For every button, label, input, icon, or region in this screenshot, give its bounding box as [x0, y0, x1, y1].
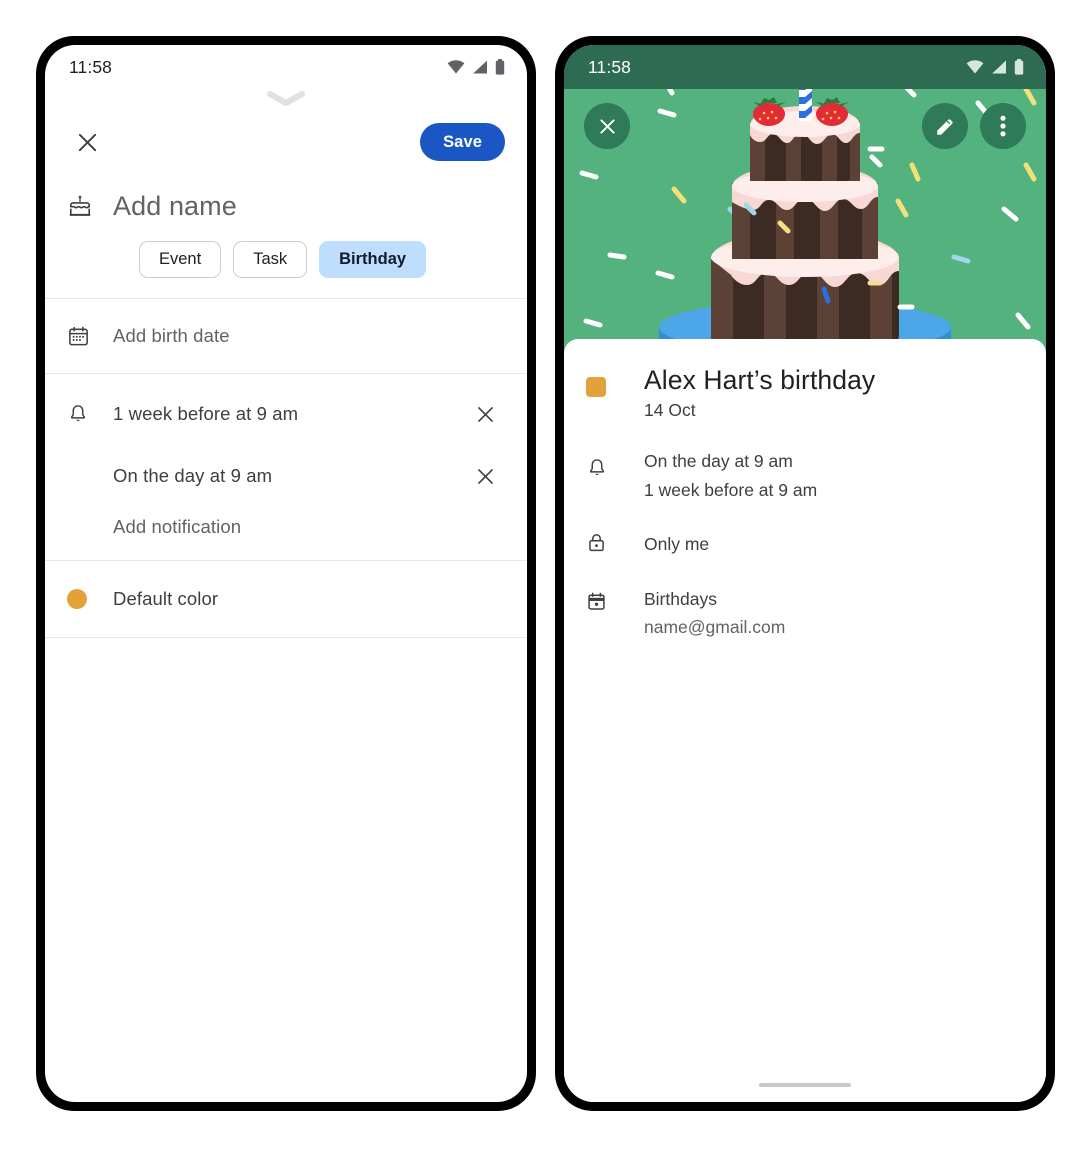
status-bar-right: 11:58 [564, 45, 1046, 89]
close-icon [477, 406, 493, 422]
status-clock: 11:58 [69, 56, 112, 77]
edit-pencil-icon [937, 119, 953, 135]
chevron-down-icon [267, 91, 305, 106]
detail-notifications-row: On the day at 9 am 1 week before at 9 am [564, 447, 1046, 504]
notification-row-1[interactable]: 1 week before at 9 am [45, 380, 527, 448]
cell-signal-icon [991, 60, 1007, 74]
name-input-row[interactable]: Add name [45, 171, 527, 233]
notification-row-2[interactable]: On the day at 9 am [45, 448, 527, 504]
notification-label: On the day at 9 am [113, 465, 273, 486]
close-icon [78, 133, 96, 151]
save-button[interactable]: Save [420, 123, 505, 161]
hero-action-bar [564, 103, 1046, 149]
divider [45, 637, 527, 638]
color-label: Default color [113, 588, 219, 609]
battery-icon [495, 59, 505, 75]
home-indicator [759, 1083, 851, 1087]
bottom-sheet-drag-handle [45, 91, 527, 107]
hero-right-actions [922, 103, 1026, 149]
screen-left: 11:58 Save Add name Event Task Birthday … [45, 45, 527, 1102]
phone-frame-right: 11:58 Alex Hart’s birthday 14 Oct On the… [555, 36, 1055, 1111]
edit-button[interactable] [922, 103, 968, 149]
detail-visibility-row: Only me [564, 530, 1046, 558]
bell-icon [586, 447, 644, 504]
name-input-placeholder[interactable]: Add name [113, 191, 237, 222]
wifi-icon [966, 60, 984, 74]
status-icons [966, 59, 1024, 75]
bell-icon [67, 403, 113, 425]
color-dot-icon [67, 589, 113, 609]
status-clock: 11:58 [588, 56, 631, 77]
notifications-section: 1 week before at 9 am On the day at 9 am [45, 374, 527, 560]
cell-signal-icon [472, 60, 488, 74]
editor-toolbar: Save [45, 113, 527, 171]
screenshot-stage: 11:58 Save Add name Event Task Birthday … [0, 0, 1090, 1150]
cake-icon [67, 193, 113, 219]
entry-type-chip-group: Event Task Birthday [45, 233, 527, 298]
more-vertical-icon [1000, 115, 1006, 137]
chip-birthday[interactable]: Birthday [319, 241, 427, 278]
status-bar-left: 11:58 [45, 45, 527, 89]
detail-calendar-row: Birthdays name@gmail.com [564, 585, 1046, 642]
birthday-cake-illustration [564, 45, 1046, 375]
color-row[interactable]: Default color [45, 561, 527, 637]
add-notification-row[interactable]: Add notification [45, 504, 527, 560]
event-detail-sheet: Alex Hart’s birthday 14 Oct On the day a… [564, 339, 1046, 1102]
more-options-button[interactable] [980, 103, 1026, 149]
close-icon [477, 468, 493, 484]
birth-date-label[interactable]: Add birth date [113, 325, 505, 347]
battery-icon [1014, 59, 1024, 75]
close-button[interactable] [584, 103, 630, 149]
chip-event[interactable]: Event [139, 241, 222, 278]
notification-label: 1 week before at 9 am [113, 403, 299, 424]
remove-notification-button-1[interactable] [465, 404, 505, 425]
screen-right: 11:58 Alex Hart’s birthday 14 Oct On the… [564, 45, 1046, 1102]
close-button[interactable] [67, 122, 107, 162]
event-title-row: Alex Hart’s birthday 14 Oct [564, 365, 1046, 421]
calendar-icon [586, 585, 644, 642]
event-color-swatch-icon [586, 365, 644, 421]
add-notification-label[interactable]: Add notification [113, 516, 505, 538]
close-icon [599, 118, 615, 134]
event-title: Alex Hart’s birthday [644, 365, 876, 395]
lock-icon [586, 530, 644, 558]
calendar-name: Birthdays [644, 588, 717, 609]
event-date: 14 Oct [644, 400, 696, 421]
chip-task[interactable]: Task [233, 241, 308, 278]
visibility-label: Only me [644, 534, 710, 555]
calendar-icon [67, 325, 113, 348]
birth-date-row[interactable]: Add birth date [45, 299, 527, 373]
calendar-account: name@gmail.com [644, 616, 786, 637]
wifi-icon [447, 60, 465, 74]
phone-frame-left: 11:58 Save Add name Event Task Birthday … [36, 36, 536, 1111]
status-icons [447, 59, 505, 75]
remove-notification-button-2[interactable] [465, 466, 505, 487]
notification-line-2: 1 week before at 9 am [644, 479, 818, 500]
notification-line-1: On the day at 9 am [644, 451, 793, 472]
